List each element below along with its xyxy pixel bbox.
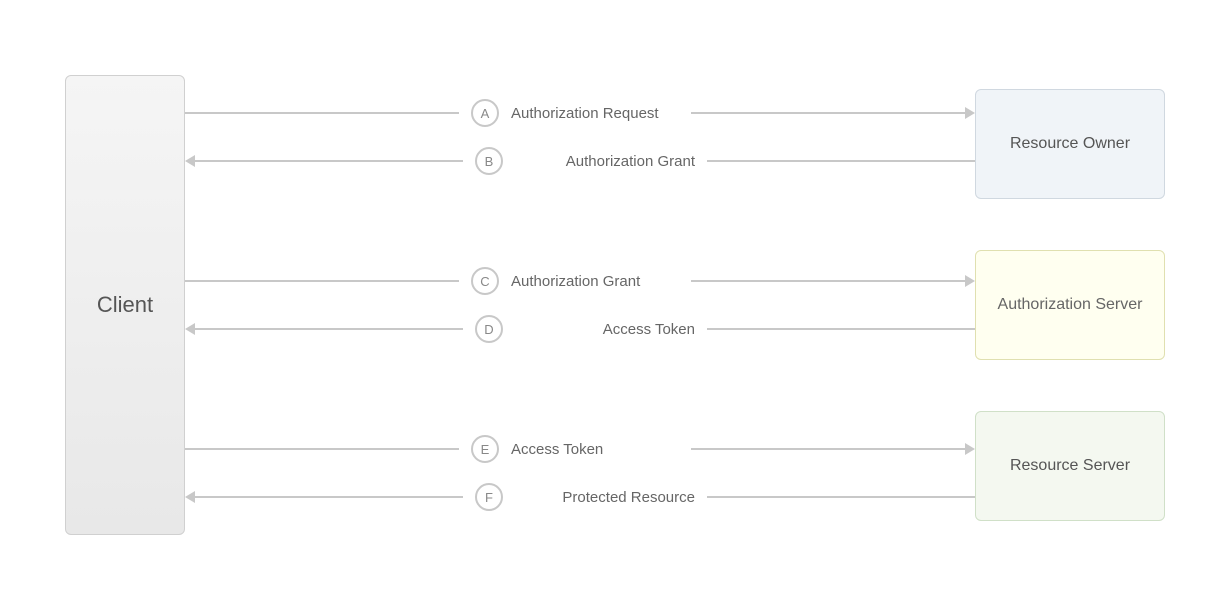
arrowhead-a (965, 107, 975, 119)
flow-row-b: Authorization Grant B (185, 143, 975, 179)
line-d-left (195, 328, 463, 330)
arrowhead-c (965, 275, 975, 287)
arrowhead-d (185, 323, 195, 335)
arrow-c: C Authorization Grant (185, 267, 975, 295)
badge-d-label: D (484, 322, 493, 337)
arrow-b: Authorization Grant B (185, 147, 975, 175)
auth-server-box: Authorization Server (975, 250, 1165, 360)
oauth-flow-diagram: Client A Authorization Request (65, 25, 1165, 585)
flow-row-f: Protected Resource F (185, 479, 975, 515)
badge-a-label: A (481, 106, 490, 121)
arrow-a: A Authorization Request (185, 99, 975, 127)
flow-group-ef: E Access Token Protected Resource F (185, 431, 975, 515)
arrow-d: Access Token D (185, 315, 975, 343)
arrow-f: Protected Resource F (185, 483, 975, 511)
server-boxes: Resource Owner Authorization Server Reso… (975, 75, 1165, 535)
line-c-left (185, 280, 459, 282)
line-f-left (195, 496, 463, 498)
badge-b: B (475, 147, 503, 175)
flow-group-cd: C Authorization Grant Access Token D (185, 263, 975, 347)
client-box: Client (65, 75, 185, 535)
line-a-left (185, 112, 459, 114)
badge-a: A (471, 99, 499, 127)
flow-row-d: Access Token D (185, 311, 975, 347)
badge-f-label: F (485, 490, 493, 505)
flow-row-a: A Authorization Request (185, 95, 975, 131)
line-f-right (707, 496, 975, 498)
arrowhead-e (965, 443, 975, 455)
flow-group-ab: A Authorization Request Authorization Gr… (185, 95, 975, 179)
line-e-right (691, 448, 965, 450)
badge-f: F (475, 483, 503, 511)
line-c-right (691, 280, 965, 282)
label-b: Authorization Grant (515, 153, 695, 170)
badge-b-label: B (485, 154, 494, 169)
label-a: Authorization Request (511, 105, 691, 122)
line-b-right (707, 160, 975, 162)
flow-row-e: E Access Token (185, 431, 975, 467)
resource-server-box: Resource Server (975, 411, 1165, 521)
badge-c-label: C (480, 274, 489, 289)
line-b-left (195, 160, 463, 162)
auth-server-label: Authorization Server (998, 296, 1143, 314)
flow-middle: A Authorization Request Authorization Gr… (185, 75, 975, 535)
badge-d: D (475, 315, 503, 343)
badge-e-label: E (481, 442, 490, 457)
arrowhead-f (185, 491, 195, 503)
arrowhead-b (185, 155, 195, 167)
flow-row-c: C Authorization Grant (185, 263, 975, 299)
badge-e: E (471, 435, 499, 463)
label-d: Access Token (515, 321, 695, 338)
resource-owner-box: Resource Owner (975, 89, 1165, 199)
line-e-left (185, 448, 459, 450)
badge-c: C (471, 267, 499, 295)
label-c: Authorization Grant (511, 273, 691, 290)
arrow-e: E Access Token (185, 435, 975, 463)
line-d-right (707, 328, 975, 330)
label-f: Protected Resource (515, 489, 695, 506)
resource-server-label: Resource Server (1010, 457, 1130, 475)
resource-owner-label: Resource Owner (1010, 135, 1130, 153)
client-label: Client (97, 292, 153, 318)
line-a-right (691, 112, 965, 114)
label-e: Access Token (511, 441, 691, 458)
